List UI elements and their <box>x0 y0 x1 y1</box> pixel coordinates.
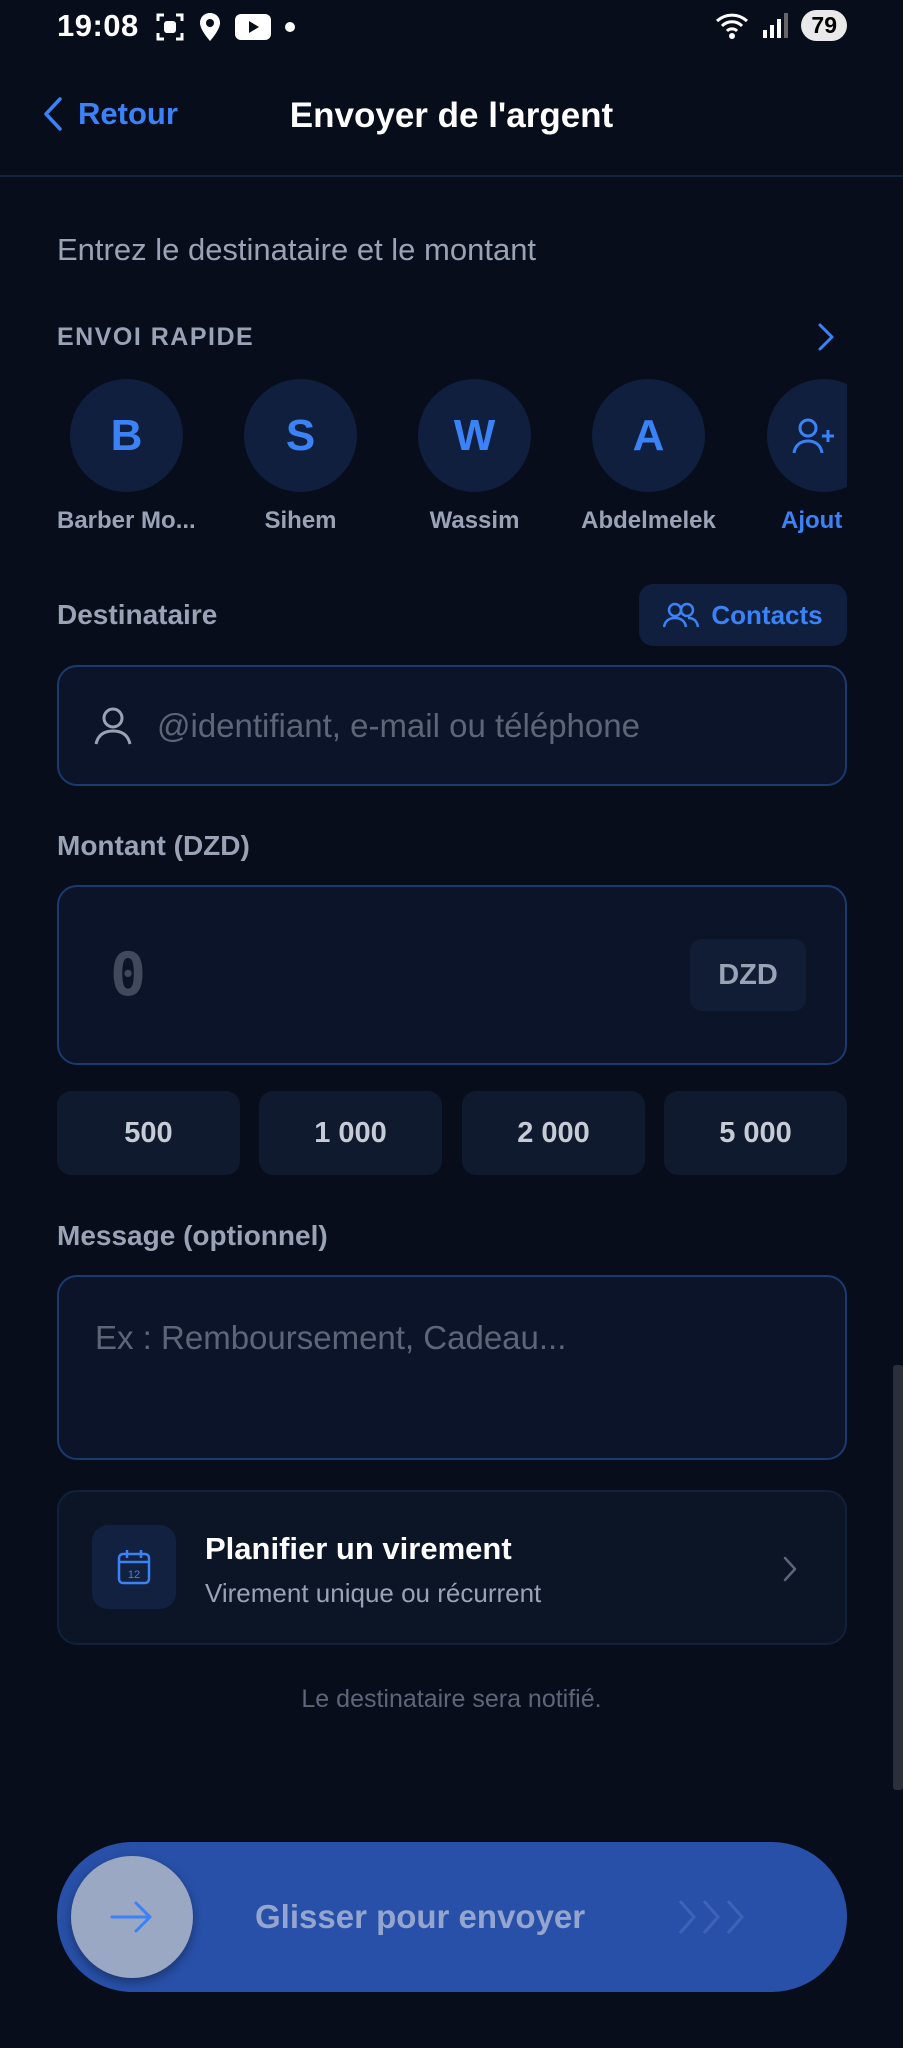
status-time: 19:08 <box>57 8 139 43</box>
message-field[interactable] <box>57 1275 847 1460</box>
user-icon <box>94 707 132 744</box>
dot-icon <box>285 22 295 32</box>
quick-send-label: ENVOI RAPIDE <box>57 323 255 351</box>
preset-amount-button[interactable]: 2 000 <box>462 1091 645 1175</box>
quick-contact-name: Abdelmelek <box>581 507 716 534</box>
quick-contact-avatar[interactable]: S <box>244 379 357 492</box>
quick-contact-name: Sihem <box>264 507 337 534</box>
status-icons-right: 79 <box>715 10 847 41</box>
recipient-field[interactable] <box>57 665 847 786</box>
notification-notice: Le destinataire sera notifié. <box>301 1685 602 1713</box>
wifi-icon <box>716 13 749 39</box>
add-user-icon <box>792 418 834 453</box>
quick-contact-name: Barber Mo... <box>57 507 196 534</box>
header-divider <box>0 175 903 177</box>
quick-contact-avatar[interactable]: W <box>418 379 531 492</box>
chevron-left-icon <box>44 97 62 131</box>
add-quick-contact-button[interactable] <box>767 379 847 492</box>
contacts-button-label: Contacts <box>711 599 823 630</box>
preset-amount-button[interactable]: 500 <box>57 1091 240 1175</box>
status-icons-left <box>155 12 295 42</box>
message-input[interactable] <box>93 1317 817 1431</box>
contacts-icon <box>663 602 700 628</box>
back-label: Retour <box>78 96 178 131</box>
chevron-right-icon <box>783 1556 797 1582</box>
add-contact-label: Ajout <box>781 507 843 534</box>
slide-to-send-label: Glisser pour envoyer <box>255 1898 586 1935</box>
recipient-input[interactable] <box>155 705 809 746</box>
preset-amount-button[interactable]: 5 000 <box>664 1091 847 1175</box>
amount-label: Montant (DZD) <box>57 830 250 861</box>
quick-contact-avatar[interactable]: A <box>592 379 705 492</box>
schedule-title: Planifier un virement <box>205 1531 512 1566</box>
signal-icon <box>763 12 789 38</box>
currency-badge: DZD <box>690 939 806 1011</box>
preset-amount-button[interactable]: 1 000 <box>259 1091 442 1175</box>
add-contact-circle <box>767 379 847 492</box>
chevron-right-icon <box>726 1900 744 1934</box>
contacts-button[interactable]: Contacts <box>639 584 847 646</box>
battery-indicator: 79 <box>801 10 847 41</box>
youtube-icon <box>235 14 271 40</box>
recipient-label: Destinataire <box>57 599 218 630</box>
schedule-subtitle: Virement unique ou récurrent <box>205 1578 542 1608</box>
arrow-right-icon <box>110 1901 152 1933</box>
contact-initial: S <box>244 379 357 492</box>
slide-to-send-knob[interactable] <box>71 1856 193 1978</box>
quick-contact-avatar[interactable]: B <box>70 379 183 492</box>
calendar-day: 12 <box>128 1569 140 1581</box>
location-icon <box>200 13 220 41</box>
contact-initial: A <box>592 379 705 492</box>
contact-initial: W <box>418 379 531 492</box>
message-label: Message (optionnel) <box>57 1220 328 1251</box>
page-subtitle: Entrez le destinataire et le montant <box>57 232 537 267</box>
schedule-icon-box: 12 <box>92 1525 176 1609</box>
quick-contact-name: Wassim <box>429 507 520 534</box>
scrollbar[interactable] <box>893 1365 903 1790</box>
contact-initial: B <box>70 379 183 492</box>
screen-record-icon <box>156 13 184 41</box>
back-button[interactable]: Retour <box>42 96 178 132</box>
calendar-icon: 12 <box>117 1550 151 1585</box>
quick-send-chevron-icon[interactable] <box>816 322 836 352</box>
slide-arrows-icon <box>676 1897 746 1937</box>
chevron-right-icon <box>678 1900 696 1934</box>
chevron-right-icon <box>702 1900 720 1934</box>
amount-value: 0 <box>110 940 147 1010</box>
